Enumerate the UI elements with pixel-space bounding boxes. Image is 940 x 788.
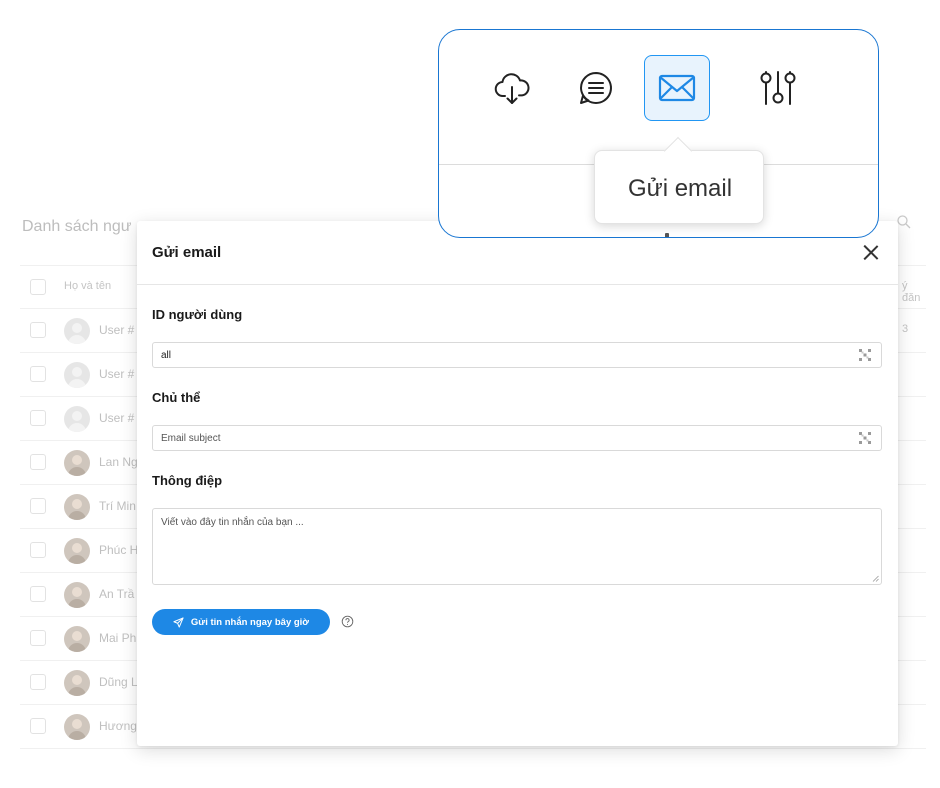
row-checkbox[interactable]	[30, 366, 46, 382]
user-id-input[interactable]	[152, 342, 882, 368]
tooltip-arrow	[663, 136, 693, 166]
user-id-label: ID người dùng	[152, 307, 243, 322]
row-name: Mai Ph	[99, 631, 137, 645]
avatar	[64, 714, 90, 740]
avatar	[64, 582, 90, 608]
row-name: Dũng L	[99, 675, 138, 689]
chat-icon	[580, 72, 612, 104]
toolbar-zoom-callout: Gửi email	[438, 29, 879, 238]
subject-input[interactable]	[152, 425, 882, 451]
send-button-label: Gửi tin nhắn ngay bây giờ	[190, 616, 310, 628]
message-textarea[interactable]	[152, 508, 882, 585]
sliders-icon	[760, 71, 796, 105]
avatar	[64, 538, 90, 564]
resize-handle-icon[interactable]	[872, 575, 879, 582]
message-label: Thông điệp	[152, 473, 223, 488]
column-header-name: Họ và tên	[64, 280, 112, 292]
help-icon[interactable]	[341, 615, 354, 628]
send-icon	[173, 616, 184, 628]
search-icon[interactable]	[896, 214, 912, 230]
avatar	[64, 362, 90, 388]
column-header-right: ý đăn	[902, 280, 921, 304]
modal-title: Gửi email	[152, 244, 222, 261]
close-icon[interactable]	[862, 243, 880, 261]
modal-divider	[137, 284, 898, 285]
autofill-icon[interactable]	[857, 347, 873, 363]
avatar	[64, 450, 90, 476]
subject-label: Chủ thể	[152, 390, 201, 405]
avatar	[64, 670, 90, 696]
row-right-cell: 3	[902, 323, 909, 335]
row-name: User #	[99, 323, 135, 337]
autofill-icon[interactable]	[857, 430, 873, 446]
row-checkbox[interactable]	[30, 498, 46, 514]
send-message-button[interactable]: Gửi tin nhắn ngay bây giờ	[152, 609, 330, 635]
tooltip: Gửi email	[594, 136, 764, 224]
settings-button[interactable]	[745, 55, 811, 121]
avatar	[64, 318, 90, 344]
cloud-download-icon	[494, 73, 530, 104]
row-name: Trí Min	[99, 499, 136, 513]
select-all-checkbox[interactable]	[30, 279, 46, 295]
tooltip-text: Gửi email	[627, 175, 733, 202]
row-name: User #	[99, 367, 135, 381]
avatar	[64, 406, 90, 432]
row-checkbox[interactable]	[30, 542, 46, 558]
send-email-modal: Gửi email ID người dùng Chủ thể Thông đi…	[137, 221, 898, 746]
send-email-toolbar-button[interactable]	[644, 55, 710, 121]
row-checkbox[interactable]	[30, 454, 46, 470]
cursor-mark	[665, 233, 669, 237]
row-checkbox[interactable]	[30, 718, 46, 734]
row-name: User #	[99, 411, 135, 425]
row-checkbox[interactable]	[30, 586, 46, 602]
row-checkbox[interactable]	[30, 322, 46, 338]
list-title: Danh sách ngư	[22, 218, 132, 235]
row-checkbox[interactable]	[30, 674, 46, 690]
row-name: An Trầ	[99, 587, 135, 601]
avatar	[64, 494, 90, 520]
avatar	[64, 626, 90, 652]
row-name: Hương	[99, 719, 137, 733]
row-checkbox[interactable]	[30, 630, 46, 646]
mail-icon	[658, 74, 696, 102]
download-button[interactable]	[479, 55, 545, 121]
chat-button[interactable]	[563, 55, 629, 121]
row-checkbox[interactable]	[30, 410, 46, 426]
row-name: Phúc H	[99, 543, 139, 557]
row-name: Lan Ng	[99, 455, 138, 469]
